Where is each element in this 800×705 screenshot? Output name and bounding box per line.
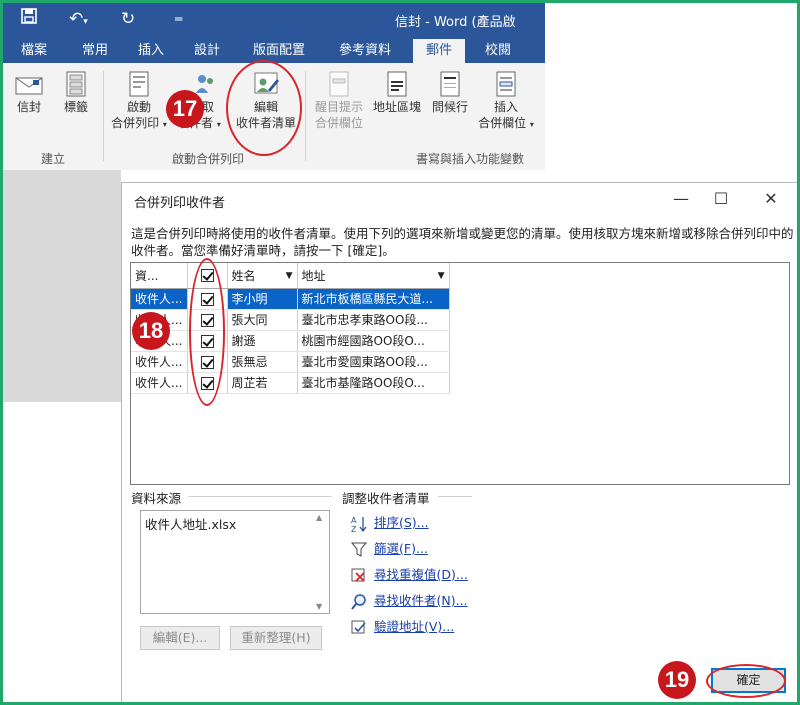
duplicates-icon bbox=[351, 568, 365, 582]
refresh-button[interactable]: 重新整理(H) bbox=[230, 626, 322, 650]
column-header-address[interactable]: 地址 ▼ bbox=[297, 263, 450, 289]
filter-icon bbox=[350, 542, 368, 557]
recipient-table: 資... 姓名▼ 地址▼ 收件人... 李小明 新北市板橋區縣民大道... 收件… bbox=[131, 263, 450, 394]
scroll-up-icon[interactable]: ▲ bbox=[316, 513, 322, 522]
table-row[interactable]: 收件人... 張大同 臺北市忠孝東路OO段... bbox=[131, 309, 450, 331]
data-source-list[interactable]: 收件人地址.xlsx ▲ ▼ bbox=[140, 510, 330, 614]
scroll-down-icon[interactable]: ▼ bbox=[316, 602, 322, 611]
section-divider bbox=[438, 496, 472, 497]
row-source: 收件人... bbox=[131, 288, 188, 310]
find-recipient-link[interactable]: 尋找收件者(N)... bbox=[350, 591, 468, 611]
column-header-name[interactable]: 姓名 ▼ bbox=[227, 263, 298, 289]
validate-icon bbox=[351, 620, 366, 633]
svg-text:Z: Z bbox=[351, 525, 357, 533]
row-name: 李小明 bbox=[227, 288, 298, 310]
data-source-scrollbar[interactable]: ▲ ▼ bbox=[313, 511, 329, 613]
tab-home[interactable]: 常用 bbox=[73, 39, 117, 63]
find-duplicates-link[interactable]: 尋找重複值(D)... bbox=[350, 565, 468, 585]
sort-link[interactable]: A Z 排序(S)... bbox=[350, 513, 429, 534]
row-address: 臺北市忠孝東路OO段... bbox=[297, 309, 450, 331]
undo-icon[interactable]: ↶▾ bbox=[69, 7, 88, 31]
labels-button[interactable]: 標籤 bbox=[55, 71, 97, 115]
annotation-oval-17 bbox=[226, 60, 302, 156]
tab-file[interactable]: 檔案 bbox=[9, 39, 59, 63]
validate-address-link[interactable]: 驗證地址(V)... bbox=[350, 617, 454, 637]
step-badge-19: 19 bbox=[658, 661, 696, 699]
envelope-button[interactable]: 信封 bbox=[7, 71, 51, 115]
row-name: 周芷若 bbox=[227, 372, 298, 394]
row-address: 桃園市經國路OO段O... bbox=[297, 330, 450, 352]
mail-merge-recipients-dialog: 合併列印收件者 — ☐ ✕ 這是合併列印時將使用的收件者清單。使用下列的選項來新… bbox=[121, 182, 800, 703]
row-name: 謝遜 bbox=[227, 330, 298, 352]
tab-design[interactable]: 設計 bbox=[185, 39, 229, 63]
address-block-button[interactable]: 地址區塊 bbox=[369, 71, 425, 115]
table-header-row: 資... 姓名 ▼ 地址 ▼ bbox=[131, 263, 450, 289]
tab-references[interactable]: 參考資料 bbox=[329, 39, 401, 63]
row-address: 臺北市愛國東路OO段... bbox=[297, 351, 450, 373]
step-badge-18: 18 bbox=[132, 312, 170, 350]
tab-insert[interactable]: 插入 bbox=[129, 39, 173, 63]
step-badge-17: 17 bbox=[166, 90, 204, 128]
labels-icon bbox=[66, 71, 86, 97]
customize-qat-icon[interactable]: ═ bbox=[175, 7, 182, 31]
save-icon[interactable] bbox=[21, 7, 37, 31]
greeting-line-icon bbox=[440, 71, 460, 97]
document-background bbox=[3, 170, 121, 402]
row-source: 收件人... bbox=[131, 351, 188, 373]
dialog-description: 這是合併列印時將使用的收件者清單。使用下列的選項來新增或變更您的清單。使用核取方… bbox=[131, 226, 794, 258]
tab-mailings[interactable]: 郵件 bbox=[413, 39, 465, 63]
section-divider bbox=[188, 496, 332, 497]
annotation-oval-19 bbox=[706, 664, 786, 698]
table-row[interactable]: 收件人... 張無忌 臺北市愛國東路OO段... bbox=[131, 351, 450, 373]
insert-merge-field-button[interactable]: 插入 合併欄位 ▾ bbox=[475, 71, 537, 133]
ribbon-separator bbox=[305, 71, 306, 161]
sort-icon: AZ bbox=[351, 516, 367, 534]
envelope-icon bbox=[15, 77, 43, 95]
row-name: 張無忌 bbox=[227, 351, 298, 373]
document-title: 信封 - Word (產品啟 bbox=[395, 15, 516, 30]
insert-field-icon bbox=[496, 71, 516, 97]
data-source-item[interactable]: 收件人地址.xlsx bbox=[145, 517, 236, 532]
annotation-oval-18 bbox=[189, 258, 225, 406]
dialog-title: 合併列印收件者 bbox=[134, 196, 226, 211]
svg-text:A: A bbox=[351, 516, 357, 525]
chevron-down-icon[interactable]: ▼ bbox=[286, 271, 293, 281]
maximize-icon[interactable]: ☐ bbox=[706, 186, 736, 212]
start-merge-icon bbox=[129, 71, 149, 97]
minimize-icon[interactable]: — bbox=[666, 186, 696, 212]
highlight-fields-icon bbox=[329, 71, 349, 97]
adjust-list-label: 調整收件者清單 bbox=[342, 491, 430, 506]
tab-layout[interactable]: 版面配置 bbox=[243, 39, 315, 63]
table-row[interactable]: 收件人... 李小明 新北市板橋區縣民大道... bbox=[131, 288, 450, 310]
row-source: 收件人... bbox=[131, 372, 188, 394]
data-source-label: 資料來源 bbox=[131, 491, 182, 506]
row-address: 臺北市基隆路OO段O... bbox=[297, 372, 450, 394]
table-row[interactable]: 收件人... 周芷若 臺北市基隆路OO段O... bbox=[131, 372, 450, 394]
close-icon[interactable]: ✕ bbox=[756, 186, 786, 212]
start-mail-merge-button[interactable]: 啟動 合併列印 ▾ bbox=[107, 71, 171, 133]
highlight-merge-fields-button[interactable]: 醒目提示 合併欄位 bbox=[309, 71, 369, 131]
edit-data-source-button[interactable]: 編輯(E)... bbox=[140, 626, 220, 650]
tab-review[interactable]: 校閱 bbox=[473, 39, 523, 63]
filter-link[interactable]: 篩選(F)... bbox=[350, 539, 428, 559]
row-name: 張大同 bbox=[227, 309, 298, 331]
group-write-insert-label: 書寫與插入功能變數 bbox=[415, 152, 524, 166]
address-block-icon bbox=[387, 71, 407, 97]
table-row[interactable]: 收件人... 謝遜 桃園市經國路OO段O... bbox=[131, 330, 450, 352]
redo-icon[interactable]: ↻ bbox=[121, 7, 135, 31]
group-create-label: 建立 bbox=[40, 152, 65, 166]
column-header-source[interactable]: 資... bbox=[131, 263, 188, 289]
search-icon bbox=[351, 593, 366, 610]
recipient-list[interactable]: 資... 姓名▼ 地址▼ 收件人... 李小明 新北市板橋區縣民大道... 收件… bbox=[130, 262, 790, 485]
greeting-line-button[interactable]: 問候行 bbox=[427, 71, 473, 115]
row-address: 新北市板橋區縣民大道... bbox=[297, 288, 450, 310]
chevron-down-icon[interactable]: ▼ bbox=[438, 271, 445, 281]
ribbon-separator bbox=[103, 71, 104, 161]
